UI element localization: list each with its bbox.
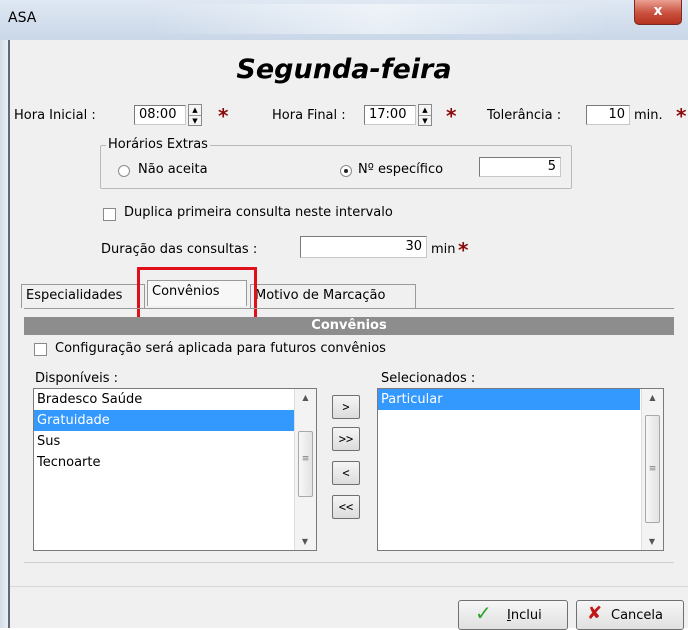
duration-unit: min: [431, 242, 456, 257]
radio-not-accept[interactable]: [118, 165, 130, 177]
scroll-thumb[interactable]: ≡: [298, 431, 313, 497]
highlight-box: [137, 267, 257, 321]
tab-especialidades[interactable]: Especialidades: [21, 284, 145, 308]
list-item[interactable]: Sus: [34, 431, 316, 452]
close-button[interactable]: x: [634, 0, 682, 25]
duration-input[interactable]: 30: [300, 236, 427, 258]
list-item[interactable]: Tecnoarte: [34, 452, 316, 473]
required-mark: *: [458, 238, 469, 262]
list-item[interactable]: Gratuidade: [34, 410, 316, 431]
scroll-up-icon[interactable]: ▲: [295, 389, 316, 406]
cancel-label: Cancela: [611, 608, 664, 623]
extra-hours-title: Horários Extras: [106, 137, 210, 152]
required-mark: *: [446, 104, 457, 128]
page-title: Segunda-feira: [236, 54, 452, 85]
future-config-checkbox[interactable]: [34, 343, 47, 356]
end-time-input[interactable]: 17:00: [364, 105, 416, 125]
radio-specific-number[interactable]: [340, 165, 352, 177]
cancel-button[interactable]: ✘ Cancela: [576, 600, 684, 630]
window-title: ASA: [8, 10, 37, 26]
include-button[interactable]: ✓ Inclui: [458, 600, 568, 630]
available-label: Disponíveis :: [35, 371, 119, 386]
required-mark: *: [218, 104, 229, 128]
end-time-label: Hora Final :: [272, 108, 346, 123]
scroll-down-icon[interactable]: ▼: [642, 533, 662, 550]
tolerance-label: Tolerância :: [487, 108, 562, 123]
duplicate-checkbox[interactable]: [103, 208, 116, 221]
move-all-right-button[interactable]: >>: [332, 427, 360, 451]
start-time-label: Hora Inicial :: [14, 108, 96, 123]
list-item[interactable]: Bradesco Saúde: [34, 389, 316, 410]
start-time-spinner[interactable]: ▲ ▼: [188, 104, 202, 126]
panel-header: Convênios: [24, 317, 674, 335]
list-item[interactable]: Particular: [378, 389, 640, 410]
selected-label: Selecionados :: [381, 371, 476, 386]
available-list: Bradesco Saúde Gratuidade Sus Tecnoarte: [33, 388, 317, 551]
move-left-button[interactable]: <: [332, 461, 360, 485]
available-scrollbar[interactable]: ▲ ≡ ▼: [294, 389, 316, 550]
selected-list: Particular: [377, 388, 664, 551]
selected-scrollbar[interactable]: ▲ ≡ ▼: [641, 389, 663, 550]
extra-count-input[interactable]: 5: [479, 157, 561, 177]
cross-icon: ✘: [587, 603, 603, 624]
tab-panel-border: [24, 308, 674, 309]
scroll-down-icon[interactable]: ▼: [295, 533, 315, 550]
checkmark-icon: ✓: [475, 601, 492, 625]
footer-divider: [10, 586, 688, 587]
move-all-left-button[interactable]: <<: [332, 495, 360, 519]
tolerance-unit: min.: [634, 108, 663, 123]
duplicate-label: Duplica primeira consulta neste interval…: [124, 205, 393, 220]
move-right-button[interactable]: >: [332, 395, 360, 419]
include-label: Inclui: [507, 608, 542, 623]
tab-motivo-marcacao[interactable]: Motivo de Marcação: [250, 284, 416, 308]
scroll-thumb[interactable]: ≡: [645, 415, 660, 523]
radio-not-accept-label: Não aceita: [138, 162, 208, 177]
required-mark: *: [676, 104, 687, 128]
tolerance-input[interactable]: 10: [586, 105, 630, 125]
duration-label: Duração das consultas :: [101, 242, 258, 257]
panel-bottom-border: [24, 562, 674, 563]
radio-specific-label: Nº específico: [358, 162, 444, 177]
end-time-spinner[interactable]: ▲ ▼: [418, 104, 432, 126]
window-border: [0, 40, 10, 628]
start-time-input[interactable]: 08:00: [134, 105, 186, 125]
title-bar: ASA: [0, 0, 688, 41]
future-config-label: Configuração será aplicada para futuros …: [55, 341, 386, 356]
scroll-up-icon[interactable]: ▲: [642, 389, 663, 406]
